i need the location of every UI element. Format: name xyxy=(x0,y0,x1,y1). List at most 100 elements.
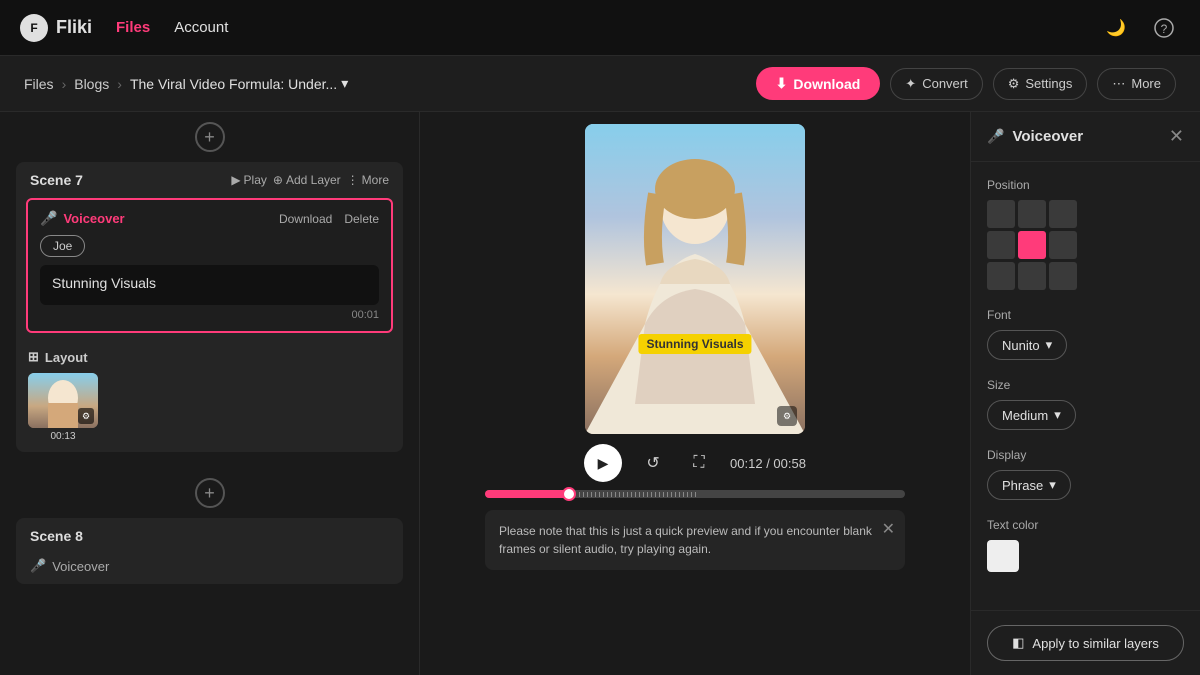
scene-7-actions: ▶ Play ⊕ Add Layer ⋮ More xyxy=(231,173,389,187)
notice-text: Please note that this is just a quick pr… xyxy=(499,524,872,556)
voiceover-section: 🎤 Voiceover Download Delete Joe Stunning… xyxy=(26,198,393,333)
app-name: Fliki xyxy=(56,17,92,38)
text-color-swatch[interactable] xyxy=(987,540,1019,572)
more-button[interactable]: ⋯ More xyxy=(1097,68,1176,100)
time-current: 00:12 xyxy=(730,456,763,471)
right-panel-mic-icon: 🎤 xyxy=(987,128,1004,145)
scene-7-title: Scene 7 xyxy=(30,172,83,188)
display-chevron: ▾ xyxy=(1049,477,1056,493)
voiceover-header-actions: Download Delete xyxy=(279,212,379,226)
nav-files[interactable]: Files xyxy=(116,19,150,36)
more-icon: ⋯ xyxy=(1112,76,1125,92)
pos-cell-br[interactable] xyxy=(1049,262,1077,290)
font-label: Font xyxy=(987,308,1184,322)
voice-tag[interactable]: Joe xyxy=(40,235,85,257)
breadcrumb-current: The Viral Video Formula: Under... ▾ xyxy=(130,75,348,92)
topbar: F Fliki Files Account 🌙 ? xyxy=(0,0,1200,56)
display-dropdown[interactable]: Phrase ▾ xyxy=(987,470,1071,500)
center-panel: Stunning Visuals ⚙ ▶ ↺ ⛶ 00:12 / 00:5 xyxy=(420,112,970,675)
voiceover-mic-icon: 🎤 xyxy=(40,210,57,227)
pos-cell-mr[interactable] xyxy=(1049,231,1077,259)
settings-icon: ⚙ xyxy=(1008,76,1020,92)
pos-cell-tc[interactable] xyxy=(1018,200,1046,228)
fullscreen-button[interactable]: ⛶ xyxy=(684,448,714,478)
download-button[interactable]: ⬇ Download xyxy=(756,67,881,100)
topbar-right: 🌙 ? xyxy=(1100,12,1180,44)
video-container: Stunning Visuals ⚙ xyxy=(585,124,805,434)
more-label: More xyxy=(362,173,389,187)
scene-8-card: Scene 8 🎤 Voiceover xyxy=(16,518,403,584)
right-panel-header: 🎤 Voiceover ✕ xyxy=(971,112,1200,162)
apply-label: Apply to similar layers xyxy=(1032,636,1158,651)
voiceover-text[interactable]: Stunning Visuals xyxy=(40,265,379,305)
time-display: 00:12 / 00:58 xyxy=(730,456,806,471)
video-corner-icon: ⚙ xyxy=(777,406,797,426)
layout-thumb-time: 00:13 xyxy=(28,431,98,442)
play-button[interactable]: ▶ xyxy=(584,444,622,482)
pos-cell-bc[interactable] xyxy=(1018,262,1046,290)
convert-icon: ✦ xyxy=(905,76,916,92)
breadcrumb-sep1: › xyxy=(62,76,67,92)
replay-button[interactable]: ↺ xyxy=(638,448,668,478)
add-scene-middle-button[interactable]: + xyxy=(195,478,225,508)
size-dropdown[interactable]: Medium ▾ xyxy=(987,400,1076,430)
apply-to-similar-button[interactable]: ◧ Apply to similar layers xyxy=(987,625,1184,661)
layout-thumbnail[interactable]: ⚙ xyxy=(28,373,98,428)
add-scene-top: + xyxy=(16,112,403,162)
settings-label: Settings xyxy=(1025,76,1072,91)
help-icon[interactable]: ? xyxy=(1148,12,1180,44)
breadcrumb-bar: Files › Blogs › The Viral Video Formula:… xyxy=(0,56,1200,112)
breadcrumb-files[interactable]: Files xyxy=(24,76,54,92)
layout-title: Layout xyxy=(45,350,88,365)
thumb-settings-icon: ⚙ xyxy=(78,408,94,424)
notice-close-button[interactable]: ✕ xyxy=(882,518,895,542)
position-section: Position xyxy=(987,178,1184,290)
scene-7-add-layer-button[interactable]: ⊕ Add Layer xyxy=(273,173,341,187)
tick-marks xyxy=(569,490,905,498)
voiceover-time: 00:01 xyxy=(40,309,379,321)
convert-button[interactable]: ✦ Convert xyxy=(890,68,982,100)
scene-8-header: Scene 8 xyxy=(16,518,403,554)
dark-mode-icon[interactable]: 🌙 xyxy=(1100,12,1132,44)
font-section: Font Nunito ▾ xyxy=(987,308,1184,360)
display-section: Display Phrase ▾ xyxy=(987,448,1184,500)
add-scene-top-button[interactable]: + xyxy=(195,122,225,152)
main-area: + Scene 7 ▶ Play ⊕ Add Layer ⋮ Mo xyxy=(0,112,1200,675)
position-grid xyxy=(987,200,1184,290)
svg-text:?: ? xyxy=(1161,22,1168,36)
video-subtitle: Stunning Visuals xyxy=(638,334,751,354)
display-label: Display xyxy=(987,448,1184,462)
size-value: Medium xyxy=(1002,408,1048,423)
right-panel-title: Voiceover xyxy=(1012,128,1083,145)
text-color-section: Text color xyxy=(987,518,1184,572)
font-dropdown[interactable]: Nunito ▾ xyxy=(987,330,1067,360)
voiceover-download[interactable]: Download xyxy=(279,212,332,226)
controls-row: ▶ ↺ ⛶ 00:12 / 00:58 xyxy=(485,444,905,482)
layout-section: ⊞ Layout xyxy=(16,343,403,452)
scene-7-play-button[interactable]: ▶ Play xyxy=(231,173,267,187)
pos-cell-mc[interactable] xyxy=(1018,231,1046,259)
right-panel-close-button[interactable]: ✕ xyxy=(1169,126,1184,147)
settings-button[interactable]: ⚙ Settings xyxy=(993,68,1088,100)
scene-7-more-button[interactable]: ⋮ More xyxy=(347,173,389,187)
breadcrumb-blogs[interactable]: Blogs xyxy=(74,76,109,92)
breadcrumb-actions: ⬇ Download ✦ Convert ⚙ Settings ⋯ More xyxy=(756,67,1176,100)
breadcrumb-chevron[interactable]: ▾ xyxy=(341,75,348,92)
pos-cell-ml[interactable] xyxy=(987,231,1015,259)
display-value: Phrase xyxy=(1002,478,1043,493)
voiceover-delete[interactable]: Delete xyxy=(344,212,379,226)
more-dots-icon: ⋮ xyxy=(347,173,359,187)
right-panel: 🎤 Voiceover ✕ Position xyxy=(970,112,1200,675)
text-color-label: Text color xyxy=(987,518,1184,532)
pos-cell-tr[interactable] xyxy=(1049,200,1077,228)
position-label: Position xyxy=(987,178,1184,192)
nav-account[interactable]: Account xyxy=(174,19,228,36)
progress-filled xyxy=(485,490,569,498)
pos-cell-bl[interactable] xyxy=(987,262,1015,290)
more-label: More xyxy=(1131,76,1161,91)
video-controls: ▶ ↺ ⛶ 00:12 / 00:58 xyxy=(485,444,905,498)
breadcrumb-filename: The Viral Video Formula: Under... xyxy=(130,76,337,92)
progress-bar[interactable] xyxy=(485,490,905,498)
breadcrumb-sep2: › xyxy=(117,76,122,92)
pos-cell-tl[interactable] xyxy=(987,200,1015,228)
